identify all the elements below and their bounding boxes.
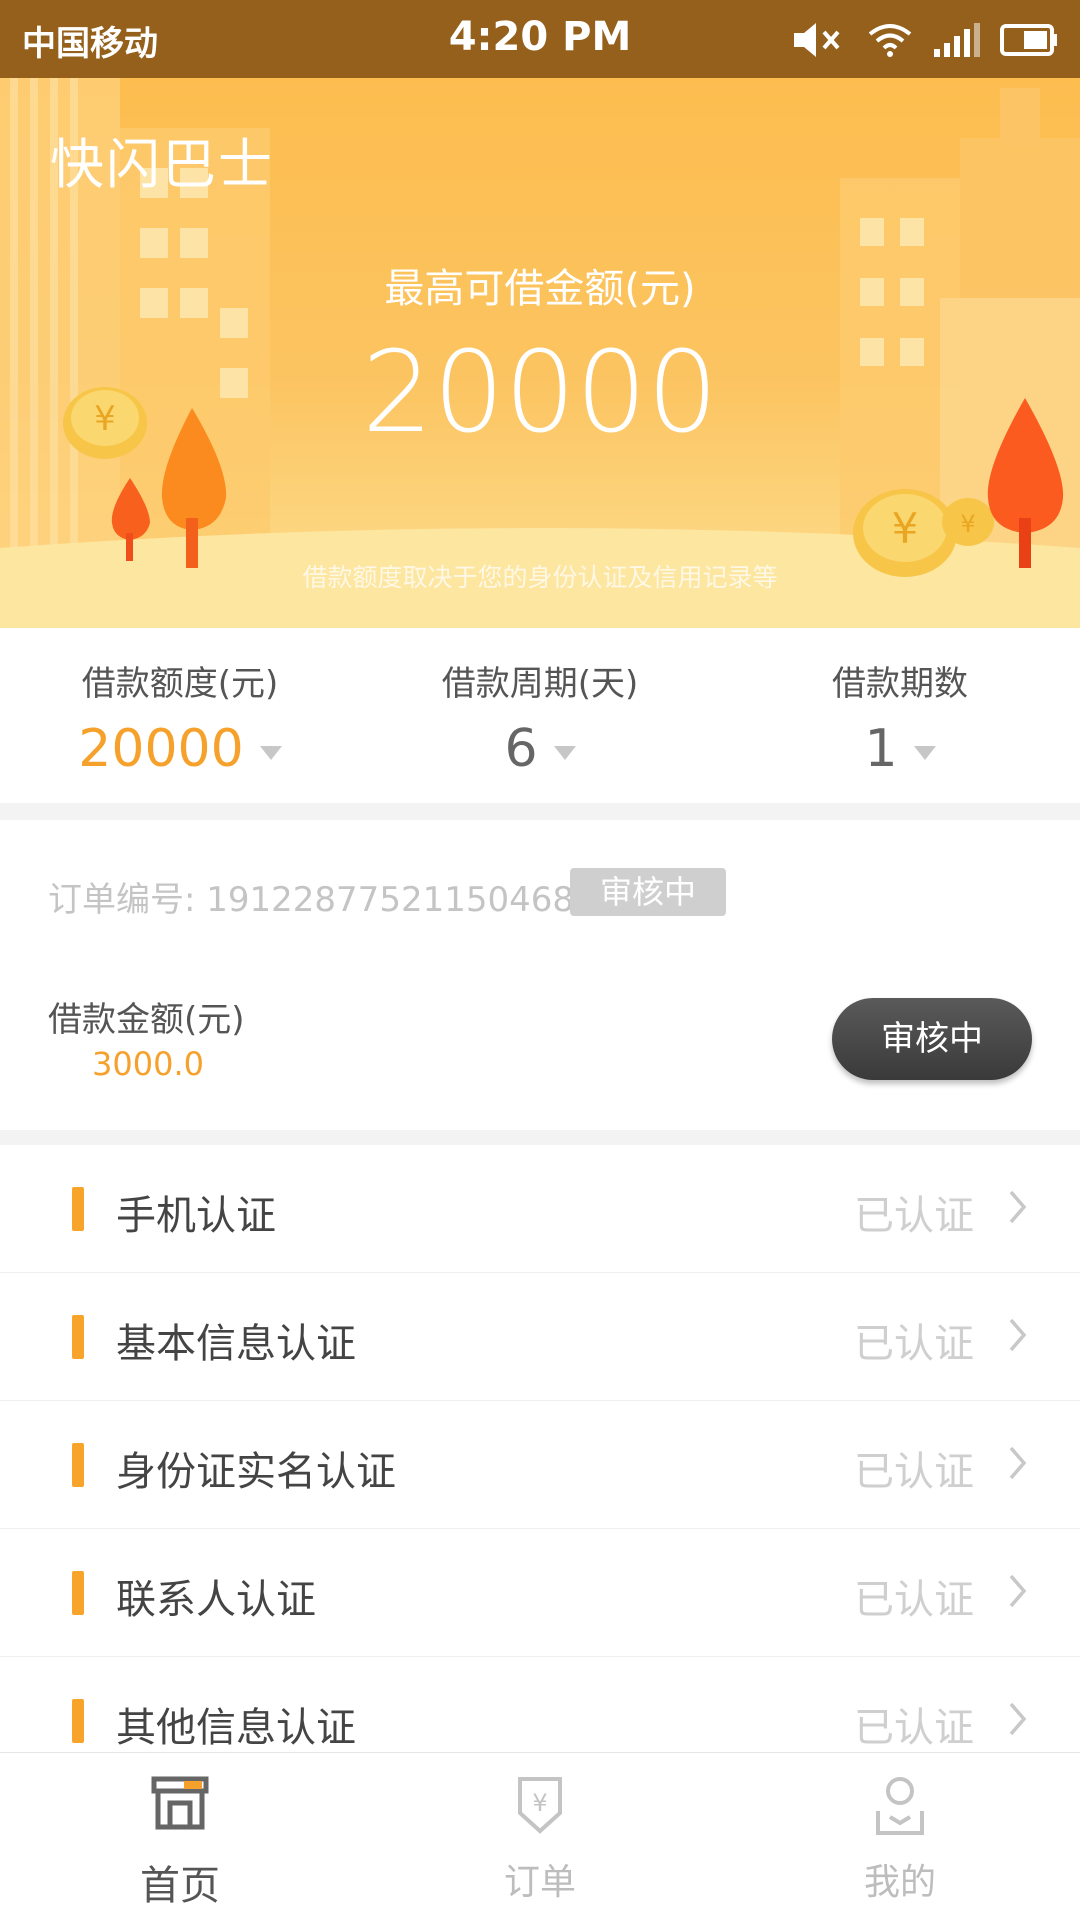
loan-period-value: 6 [504,719,538,779]
nav-profile[interactable]: 我的 [720,1753,1080,1920]
loan-period-label: 借款周期(天) [441,664,639,704]
auth-list: 手机认证 已认证 基本信息认证 已认证 身份证实名认证 已认证 联系人认证 已认… [0,1145,1080,1755]
auth-item-contacts[interactable]: 联系人认证 已认证 [0,1529,1080,1657]
chevron-right-icon [1009,1446,1027,1480]
loan-amount-label: 借款额度(元) [81,664,279,704]
chevron-right-icon [1009,1318,1027,1352]
max-loan-amount: 20000 [361,328,719,458]
order-number: 订单编号: 19122877521150468 [48,880,575,920]
user-icon [876,1777,924,1835]
app-title: 快闪巴士 [50,133,274,196]
nav-orders-label: 订单 [503,1862,576,1903]
hero-note: 借款额度取决于您的身份认证及信用记录等 [302,563,778,592]
order-card: 订单编号: 19122877521150468 审核中 借款金额(元) 3000… [0,820,1080,1130]
signal-icon [934,23,980,57]
auth-item-other-info[interactable]: 其他信息认证 已认证 [0,1657,1080,1755]
nav-orders[interactable]: ¥ 订单 [360,1753,720,1920]
auth-item-status: 已认证 [854,1193,974,1239]
auth-item-label: 基本信息认证 [116,1321,356,1367]
mute-icon [794,23,840,57]
auth-item-status: 已认证 [854,1449,974,1495]
chevron-right-icon [1009,1702,1027,1736]
accent-bar [72,1443,84,1487]
auth-item-basic-info[interactable]: 基本信息认证 已认证 [0,1273,1080,1401]
auth-item-label: 手机认证 [116,1193,276,1239]
bottom-nav: 首页 ¥ 订单 我的 [0,1752,1080,1920]
nav-profile-label: 我的 [863,1862,936,1903]
dropdown-arrow-icon [553,746,576,760]
loan-amount-label: 借款金额(元) [48,1000,245,1040]
auth-item-label: 身份证实名认证 [116,1449,396,1495]
loan-installments-selector[interactable]: 借款期数 1 [720,656,1080,779]
accent-bar [72,1571,84,1615]
accent-bar [72,1315,84,1359]
dropdown-arrow-icon [259,746,282,760]
chevron-right-icon [1009,1574,1027,1608]
loan-period-selector[interactable]: 借款周期(天) 6 [360,656,720,779]
loan-selectors: 借款额度(元) 20000 借款周期(天) 6 借款期数 1 [0,628,1080,803]
max-loan-label: 最高可借金额(元) [384,266,696,312]
svg-text:¥: ¥ [892,504,919,553]
loan-amount-selector[interactable]: 借款额度(元) 20000 [0,656,360,779]
nav-home-label: 首页 [140,1863,220,1909]
order-status-badge: 审核中 [570,868,726,916]
store-icon [151,1776,209,1830]
loan-amount-value: 3000.0 [92,1045,204,1083]
battery-icon [1000,24,1057,56]
yuan-shield-icon: ¥ [518,1777,562,1834]
chevron-right-icon [1009,1190,1027,1224]
loan-installments-value: 1 [864,719,898,779]
auth-item-id-card[interactable]: 身份证实名认证 已认证 [0,1401,1080,1529]
dropdown-arrow-icon [913,746,936,760]
auth-item-phone[interactable]: 手机认证 已认证 [0,1145,1080,1273]
auth-item-status: 已认证 [854,1705,974,1751]
review-status-button[interactable]: 审核中 [832,998,1032,1080]
accent-bar [72,1699,84,1743]
wifi-icon [868,24,912,57]
nav-home[interactable]: 首页 [0,1753,360,1920]
auth-item-label: 联系人认证 [116,1577,316,1623]
loan-installments-label: 借款期数 [832,664,968,704]
auth-item-label: 其他信息认证 [116,1705,356,1751]
auth-item-status: 已认证 [854,1321,974,1367]
hero-banner: ¥ ¥ ¥ 快闪巴士 最高可借金额(元) 20000 借款额度取决于您的身份认证… [0,78,1080,628]
auth-item-status: 已认证 [854,1577,974,1623]
accent-bar [72,1187,84,1231]
svg-text:¥: ¥ [960,510,975,538]
status-bar: 中国移动 4:20 PM [0,0,1080,78]
svg-text:¥: ¥ [532,1789,547,1817]
loan-amount-value: 20000 [78,719,244,779]
